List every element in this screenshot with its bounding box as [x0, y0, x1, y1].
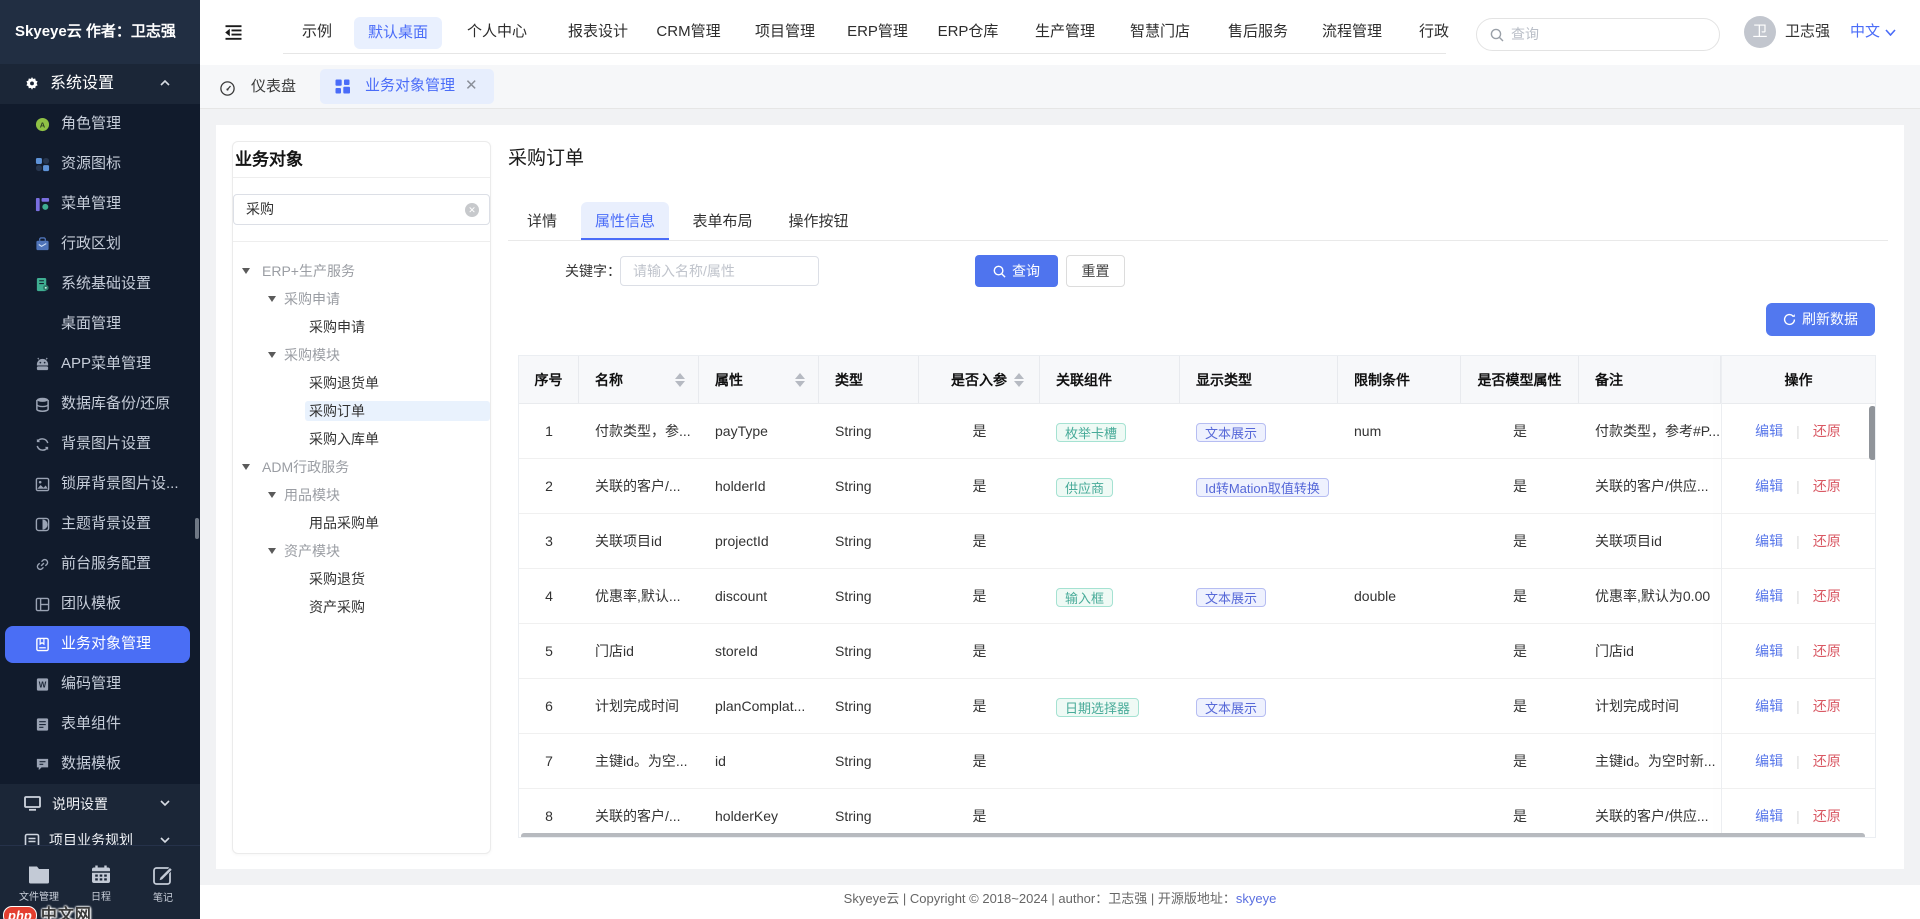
svg-text:A: A [40, 120, 46, 129]
svg-text:W: W [39, 680, 47, 689]
